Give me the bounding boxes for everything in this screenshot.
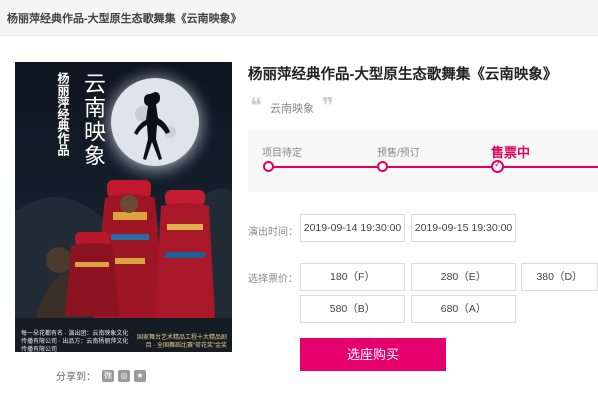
showtime-option[interactable]: 2019-09-15 19:30:00 xyxy=(411,214,516,242)
step-label-presale: 预售/预订 xyxy=(377,148,420,159)
step-label-pending: 项目待定 xyxy=(262,148,302,159)
poster-credits-left: 每一朵花都有名 · 演出团：云南映象文化传播有限公司 · 出品方：云南杨丽萍文化… xyxy=(21,331,129,352)
showtime-option[interactable]: 2019-09-14 19:30:00 xyxy=(300,214,405,242)
quote-close-icon: ❞ xyxy=(322,94,334,119)
show-tagline: 云南映象 xyxy=(270,103,314,115)
price-option[interactable]: 580（B） xyxy=(300,295,405,323)
showtime-label: 演出时间： xyxy=(248,227,298,238)
show-poster: 杨丽萍经典作品 云南映象 每一朵花都有名 · 演出团：云南映象文化传播有限公司 … xyxy=(15,62,232,352)
step-dot-presale xyxy=(377,161,388,172)
price-option[interactable]: 180（F） xyxy=(300,263,405,291)
price-option[interactable]: 680（A） xyxy=(411,295,516,323)
step-dot-pending xyxy=(263,161,274,172)
price-label: 选择票价： xyxy=(248,274,298,285)
header-bar: 杨丽萍经典作品-大型原生态歌舞集《云南映象》 xyxy=(0,0,598,36)
sale-progress: 项目待定 预售/预订 售票中 xyxy=(248,130,598,192)
price-option[interactable]: 280（E） xyxy=(411,263,516,291)
poster-artwork xyxy=(15,62,232,352)
step-dot-on-sale-check-icon xyxy=(491,159,504,173)
price-option[interactable]: 380（D） xyxy=(521,263,598,291)
wechat-icon[interactable]: ◎ xyxy=(118,369,130,382)
quote-open-icon: ❝ xyxy=(250,94,262,119)
breadcrumb-title: 杨丽萍经典作品-大型原生态歌舞集《云南映象》 xyxy=(7,13,242,25)
qzone-icon[interactable]: ★ xyxy=(134,369,146,382)
share-label: 分享到： xyxy=(56,372,96,383)
poster-credits-right: 国家舞台艺术精品工程十大精品剧目 · 全国舞蹈比赛“荷花奖”金奖 xyxy=(136,335,227,349)
select-seat-buy-button[interactable]: 选座购买 xyxy=(300,338,446,371)
share-bar: 分享到： 微 ◎ ★ xyxy=(56,368,146,383)
poster-author-text: 杨丽萍经典作品 xyxy=(56,72,70,156)
show-title: 杨丽萍经典作品-大型原生态歌舞集《云南映象》 xyxy=(248,67,558,83)
progress-track xyxy=(268,166,598,168)
weibo-icon[interactable]: 微 xyxy=(102,369,114,382)
poster-calligraphy-title: 云南映象 xyxy=(80,72,105,168)
